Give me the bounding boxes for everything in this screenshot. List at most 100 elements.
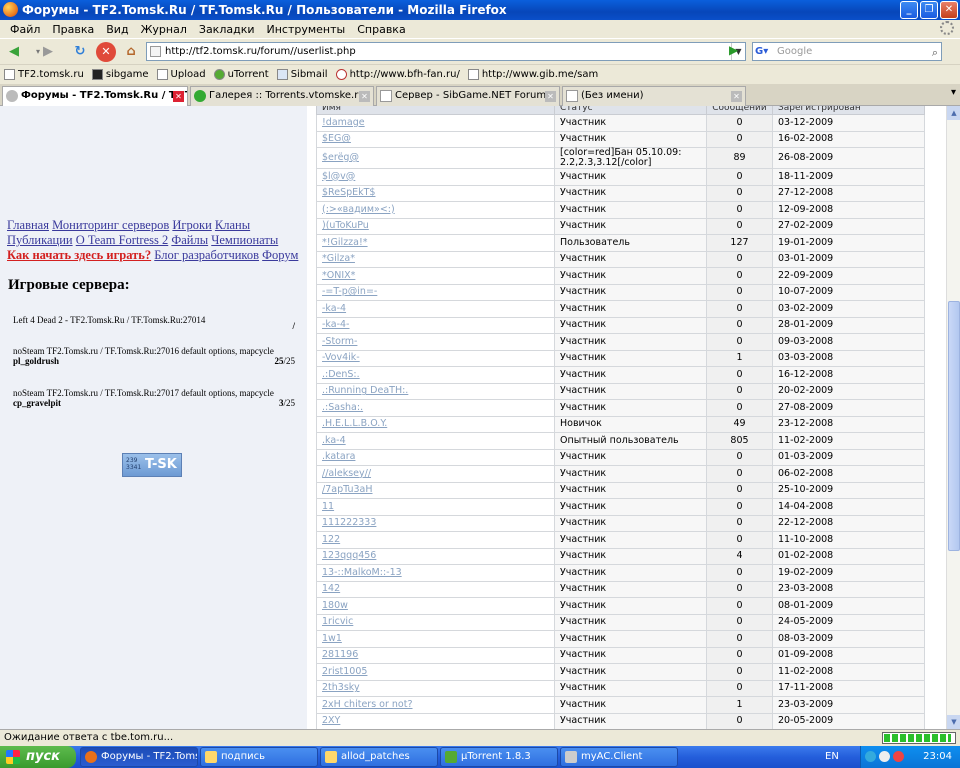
nav-link[interactable]: Мониторинг серверов	[52, 218, 169, 232]
menu-view[interactable]: Вид	[100, 23, 134, 36]
tab-list-icon[interactable]: ▾	[951, 87, 956, 98]
bookmark-item[interactable]: uTorrent	[213, 69, 269, 80]
google-engine-icon[interactable]: G▾	[755, 44, 775, 59]
menu-tools[interactable]: Инструменты	[261, 23, 352, 36]
user-link[interactable]: .H.E.L.L.B.O.Y.	[322, 418, 387, 429]
tray-volume-icon[interactable]	[879, 751, 890, 762]
col-registered-header[interactable]: Зарегистрирован	[772, 106, 925, 115]
user-link[interactable]: 1w1	[322, 633, 342, 644]
bookmark-item[interactable]: http://www.gib.me/sam	[467, 69, 598, 80]
user-link[interactable]: 2th3sky	[322, 682, 360, 693]
user-link[interactable]: /7apTu3aH	[322, 484, 373, 495]
user-link[interactable]: 142	[322, 583, 340, 594]
user-link[interactable]: $EG@	[322, 133, 351, 144]
go-icon[interactable]: ▶	[729, 42, 743, 59]
user-link[interactable]: .ka-4	[322, 435, 346, 446]
user-link[interactable]: .katara	[322, 451, 355, 462]
user-link[interactable]: )(uToKuPu	[322, 220, 369, 231]
user-link[interactable]: -Storm-	[322, 336, 357, 347]
server-entry[interactable]: Left 4 Dead 2 - TF2.Tomsk.Ru / TF.Tomsk.…	[13, 315, 295, 331]
tab-close-icon[interactable]: ✕	[359, 91, 370, 102]
tab-sibgame[interactable]: Сервер - SibGame.NET Forum ✕	[376, 86, 560, 106]
user-link[interactable]: //aleksey//	[322, 468, 371, 479]
bookmark-item[interactable]: sibgame	[91, 69, 149, 80]
user-link[interactable]: *!Gilzza!*	[322, 237, 368, 248]
menu-file[interactable]: Файл	[4, 23, 46, 36]
home-icon[interactable]: ⌂	[121, 42, 141, 62]
nav-link[interactable]: Форум	[262, 248, 298, 262]
col-status-header[interactable]: Статус	[554, 106, 707, 115]
scroll-up-icon[interactable]: ▲	[947, 106, 960, 120]
user-link[interactable]: *Gilza*	[322, 253, 355, 264]
tab-gallery[interactable]: Галерея :: Torrents.vtomske.ru ✕	[190, 86, 374, 106]
bookmark-item[interactable]: TF2.tomsk.ru	[4, 69, 84, 80]
tab-untitled[interactable]: (Без имени) ✕	[562, 86, 746, 106]
start-button[interactable]: пуск	[0, 746, 76, 768]
col-name-header[interactable]: Имя	[316, 106, 555, 115]
menu-help[interactable]: Справка	[351, 23, 411, 36]
tab-forums[interactable]: Форумы - TF2.Tomsk.Ru / TF.To... ✕	[2, 86, 188, 107]
nav-link[interactable]: Блог разработчиков	[154, 248, 259, 262]
stop-icon[interactable]: ✕	[96, 42, 116, 62]
user-link[interactable]: -ka-4-	[322, 319, 349, 330]
bookmark-item[interactable]: Sibmail	[276, 69, 328, 80]
back-icon[interactable]: ◀	[4, 42, 24, 62]
tab-close-icon[interactable]: ✕	[731, 91, 742, 102]
taskbar-firefox[interactable]: Форумы - TF2.Tomsk....	[80, 747, 198, 767]
menu-history[interactable]: Журнал	[135, 23, 193, 36]
user-link[interactable]: .:Sasha:.	[322, 402, 363, 413]
maximize-button[interactable]: ❐	[920, 1, 938, 19]
user-link[interactable]: *ONIX*	[322, 270, 355, 281]
scroll-thumb[interactable]	[948, 301, 960, 551]
user-link[interactable]: $ReSpEkT$	[322, 187, 375, 198]
user-link[interactable]: 2XY	[322, 715, 340, 726]
nav-link[interactable]: Чемпионаты	[211, 233, 278, 247]
nav-link[interactable]: О Team Fortress 2	[76, 233, 169, 247]
user-link[interactable]: 2rist1005	[322, 666, 367, 677]
forward-icon[interactable]: ▶	[38, 42, 58, 62]
user-link[interactable]: -Vov4ik-	[322, 352, 360, 363]
address-bar[interactable]: http://tf2.tomsk.ru/forum//userlist.php …	[146, 42, 746, 61]
nav-link[interactable]: Как начать здесь играть?	[7, 248, 151, 262]
user-link[interactable]: 281196	[322, 649, 358, 660]
user-link[interactable]: (:>«вадим»<:)	[322, 204, 395, 215]
tab-close-icon[interactable]: ✕	[173, 91, 184, 102]
menu-edit[interactable]: Правка	[46, 23, 100, 36]
tray-network-icon[interactable]	[865, 751, 876, 762]
taskbar-myac[interactable]: myAC.Client	[560, 747, 678, 767]
minimize-button[interactable]: _	[900, 1, 918, 19]
menu-bookmarks[interactable]: Закладки	[193, 23, 261, 36]
taskbar-folder-allod[interactable]: allod_patches	[320, 747, 438, 767]
server-entry[interactable]: noSteam TF2.Tomsk.ru / TF.Tomsk.Ru:27016…	[13, 346, 295, 366]
user-link[interactable]: !damage	[322, 117, 365, 128]
server-entry[interactable]: noSteam TF2.Tomsk.ru / TF.Tomsk.Ru:27017…	[13, 388, 295, 408]
user-link[interactable]: 2xH chiters or not?	[322, 699, 413, 710]
reload-icon[interactable]: ↻	[70, 42, 90, 62]
user-link[interactable]: 11	[322, 501, 334, 512]
counter-banner[interactable]: 239 3341 T-SK	[122, 453, 182, 477]
nav-link[interactable]: Игроки	[172, 218, 211, 232]
user-link[interactable]: 13-::MalkoM::-13	[322, 567, 402, 578]
close-button[interactable]: ✕	[940, 1, 958, 19]
page-scrollbar[interactable]: ▲ ▼	[946, 106, 960, 729]
user-link[interactable]: 111222333	[322, 517, 376, 528]
user-link[interactable]: 1ricvic	[322, 616, 353, 627]
user-link[interactable]: $erëg@	[322, 152, 359, 163]
user-link[interactable]: 123qqq456	[322, 550, 376, 561]
user-link[interactable]: .:Running DeaTH:.	[322, 385, 408, 396]
bookmark-item[interactable]: Upload	[156, 69, 206, 80]
nav-link[interactable]: Главная	[7, 218, 49, 232]
scroll-down-icon[interactable]: ▼	[947, 715, 960, 729]
user-link[interactable]: 180w	[322, 600, 348, 611]
col-posts-header[interactable]: Сообщений	[706, 106, 773, 115]
taskbar-folder-podpis[interactable]: подпись	[200, 747, 318, 767]
user-link[interactable]: .:DenS:.	[322, 369, 360, 380]
language-indicator[interactable]: EN	[825, 746, 839, 768]
user-link[interactable]: -=T-p@in=-	[322, 286, 377, 297]
nav-link[interactable]: Публикации	[7, 233, 73, 247]
search-icon[interactable]: ⌕	[932, 44, 938, 61]
window-titlebar[interactable]: Форумы - TF2.Tomsk.Ru / TF.Tomsk.Ru / По…	[0, 0, 960, 20]
bookmark-item[interactable]: http://www.bfh-fan.ru/	[335, 69, 460, 80]
nav-link[interactable]: Файлы	[171, 233, 208, 247]
user-link[interactable]: $l@v@	[322, 171, 355, 182]
